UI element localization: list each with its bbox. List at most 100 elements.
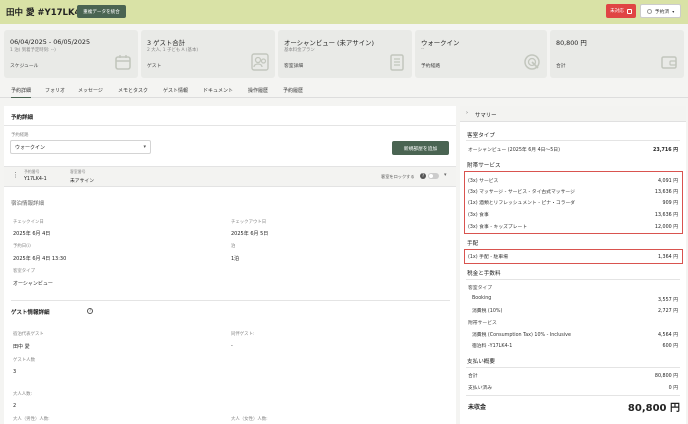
divider: [466, 279, 680, 280]
checkout-label: チェックアウト日: [231, 220, 267, 225]
arrangement-label: (1x) 手配 - 駐車場: [468, 255, 508, 260]
card-subtitle: 基本料金プラン: [284, 48, 315, 53]
tab-documents[interactable]: ドキュメント: [203, 87, 233, 94]
tax-label: Booking: [472, 296, 492, 301]
room-no-label: 客室番号: [70, 169, 86, 174]
schedule-card[interactable]: 06/04/2025 - 06/05/2025 1 泊( 到着予定時刻: --)…: [4, 30, 138, 78]
guest-count-value: 3: [13, 369, 17, 375]
addon-amount: 13,636 円: [654, 213, 678, 218]
route-label: 予約経路: [11, 133, 29, 138]
card-title: 3 ゲスト合計: [147, 39, 186, 47]
room-charge-row: オーシャンビュー (2025年 6月 4日〜5日) 23,716 円: [466, 145, 680, 154]
merge-duplicates-button[interactable]: 重複データを統合: [77, 5, 126, 18]
card-subtitle: 1 泊( 到着予定時刻: --): [10, 48, 56, 53]
checkin-value: 2025年 6月 4日: [13, 231, 51, 237]
card-title: 06/04/2025 - 06/05/2025: [10, 38, 91, 46]
tab-messages[interactable]: メッセージ: [78, 87, 103, 94]
companion-label: 同伴ゲスト:: [231, 332, 255, 337]
tax-amount: 600 円: [662, 344, 678, 349]
tax-row: 消費税 (10%) 2,727 円: [466, 306, 680, 315]
divider: [466, 395, 680, 396]
tax-amount: 3,557 円: [657, 298, 678, 303]
adult-count-label: 大人人数:: [13, 392, 33, 397]
badge-label: 未対応: [610, 9, 624, 14]
section-title: 予約詳細: [11, 115, 34, 121]
paid-amount: 0 円: [668, 386, 678, 391]
tax-label: 消費税 (Consumption Tax) 10% - Inclusive: [472, 333, 571, 338]
route-select[interactable]: ウォークイン ▾: [10, 140, 151, 154]
add-room-button[interactable]: 新規部屋を追加: [392, 141, 449, 155]
booking-no-label: 予約番号: [24, 169, 40, 174]
tax-row: Booking 3,557 円: [466, 295, 680, 304]
addon-row: (3x) マッサージ - サービス - タイ古式マッサージ 13,636 円: [466, 187, 680, 196]
payment-section-title: 支払い概要: [467, 359, 495, 365]
summary-title: サマリー: [475, 113, 497, 119]
nights-label: 泊: [231, 244, 236, 249]
card-title: オーシャンビュー (未アサイン): [284, 39, 374, 47]
calendar-icon: [115, 55, 131, 70]
tax-amount: 4,564 円: [657, 333, 678, 338]
booked-date-label: 予約日(i): [13, 244, 31, 249]
card-subtitle: --: [421, 47, 425, 52]
stay-info-title: 宿泊情報詳細: [11, 201, 45, 207]
total-card[interactable]: 80,800 円 合計: [550, 30, 684, 78]
room-type-value: オーシャンビュー: [13, 281, 53, 287]
status-select-label: 予約済: [654, 9, 670, 15]
chevron-down-icon: ▾: [143, 144, 146, 150]
divider: [466, 140, 680, 141]
tab-booking-history[interactable]: 予約履歴: [283, 87, 303, 94]
addon-amount: 12,000 円: [654, 225, 678, 230]
tax-row: 消費税 (Consumption Tax) 10% - Inclusive 4,…: [466, 330, 680, 339]
companion-value: -: [231, 343, 233, 349]
users-icon: [251, 53, 269, 71]
addon-amount: 13,636 円: [654, 190, 678, 195]
tab-guest-info[interactable]: ゲスト情報: [163, 87, 188, 94]
room-card[interactable]: オーシャンビュー (未アサイン) 基本料金プラン 客室詳細: [278, 30, 412, 78]
addon-amount: 909 円: [662, 201, 678, 206]
addon-row: (3x) 食事 - キッズプレート 12,000 円: [466, 222, 680, 231]
paid-label: 支払い済み: [468, 386, 492, 391]
addon-amount: 4,091 円: [657, 179, 678, 184]
card-label: 客室詳細: [284, 64, 304, 69]
room-charge-amount: 23,716 円: [653, 148, 678, 153]
arrangement-section-title: 手配: [467, 241, 479, 247]
chevron-down-icon[interactable]: ▾: [444, 172, 447, 178]
due-label: 未収金: [468, 404, 487, 411]
cursor-icon: [524, 54, 540, 70]
guest-info-title: ゲスト情報詳細: [11, 310, 50, 316]
external-link-icon: [626, 8, 632, 14]
tab-operation-history[interactable]: 操作履歴: [248, 87, 268, 94]
card-subtitle: 2 大人, 1 子ども A (基本): [147, 48, 199, 53]
checkout-value: 2025年 6月 5日: [231, 231, 269, 237]
total-row: 合計 80,800 円: [466, 371, 680, 380]
booking-no-value: Y17LK4-1: [24, 177, 47, 182]
guests-card[interactable]: 3 ゲスト合計 2 大人, 1 子ども A (基本) ゲスト: [141, 30, 275, 78]
divider: [4, 125, 456, 126]
guest-count-label: ゲスト人数: [13, 358, 35, 363]
add-room-label: 新規部屋を追加: [403, 146, 438, 152]
total-amount: 80,800 円: [654, 374, 678, 379]
help-icon[interactable]: ?: [420, 173, 426, 179]
tab-folio[interactable]: フォリオ: [45, 87, 65, 94]
addon-row: (3x) 食事 13,636 円: [466, 210, 680, 219]
wallet-icon: [661, 56, 677, 69]
status-select[interactable]: 予約済 ▾: [640, 4, 681, 18]
lock-room-toggle[interactable]: [428, 173, 439, 179]
tab-booking-details[interactable]: 予約詳細: [11, 87, 32, 98]
addon-row: (3x) サービス 4,091 円: [466, 176, 680, 185]
nights-value: 1泊: [231, 256, 240, 262]
tab-notes-tasks[interactable]: メモとタスク: [118, 87, 148, 94]
total-label: 合計: [468, 374, 478, 379]
lock-room-label: 客室をロックする: [381, 174, 415, 179]
tax-room-type-label: 客室タイプ: [468, 286, 492, 291]
addon-label: (3x) マッサージ - サービス - タイ古式マッサージ: [468, 190, 575, 195]
chevron-down-icon: ▾: [672, 8, 675, 14]
booking-route-card[interactable]: ウォークイン -- 予約経路: [415, 30, 547, 78]
room-charge-label: オーシャンビュー (2025年 6月 4日〜5日): [468, 148, 560, 153]
divider: [466, 367, 680, 368]
chevron-right-icon[interactable]: ›: [466, 110, 468, 116]
help-icon[interactable]: ?: [87, 308, 93, 314]
building-icon: [390, 54, 404, 71]
status-badge[interactable]: 未対応: [606, 4, 636, 18]
drag-handle-icon[interactable]: ⋮: [12, 171, 19, 179]
